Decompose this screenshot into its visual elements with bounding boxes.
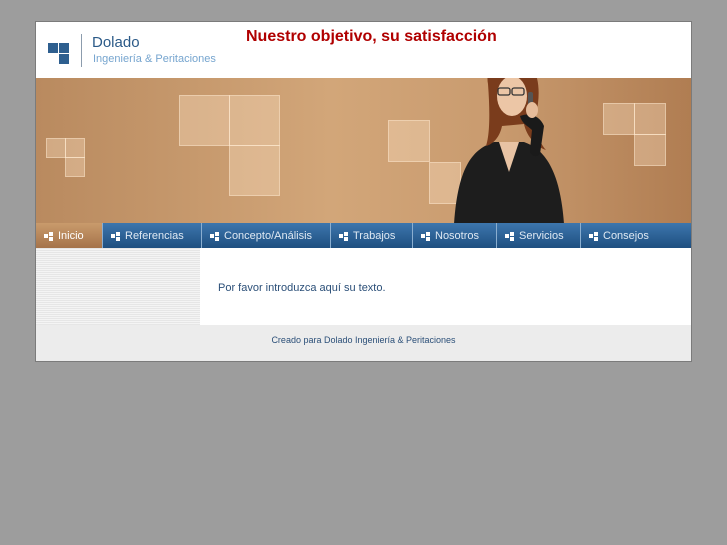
nav-bullet-icon bbox=[339, 231, 348, 241]
nav-bullet-icon bbox=[589, 231, 598, 241]
nav-label: Trabajos bbox=[353, 229, 396, 242]
nav-item-consejos[interactable]: Consejos bbox=[581, 223, 691, 248]
logo-divider bbox=[81, 34, 82, 67]
site-header: Dolado Ingeniería & Peritaciones Nuestro… bbox=[36, 22, 691, 78]
sidebar-panel bbox=[36, 248, 200, 325]
nav-bullet-icon bbox=[210, 231, 219, 241]
nav-label: Concepto/Análisis bbox=[224, 229, 313, 242]
woman-on-phone-image bbox=[454, 78, 564, 224]
nav-label: Consejos bbox=[603, 229, 649, 242]
decor-square bbox=[229, 145, 280, 196]
site-footer: Creado para Dolado Ingeniería & Peritaci… bbox=[36, 325, 691, 361]
main-nav: Inicio Referencias Concepto/Análisis Tra… bbox=[36, 223, 691, 248]
nav-item-inicio[interactable]: Inicio bbox=[36, 223, 103, 248]
nav-bullet-icon bbox=[505, 231, 514, 241]
page-container: Dolado Ingeniería & Peritaciones Nuestro… bbox=[35, 21, 692, 362]
decor-square bbox=[603, 103, 635, 135]
decor-square bbox=[229, 95, 280, 146]
logo-squares-icon[interactable] bbox=[48, 39, 72, 64]
decor-square bbox=[179, 95, 230, 146]
decor-square bbox=[634, 134, 666, 166]
nav-label: Nosotros bbox=[435, 229, 480, 242]
decor-square bbox=[634, 103, 666, 135]
decor-square bbox=[65, 138, 85, 158]
nav-item-nosotros[interactable]: Nosotros bbox=[413, 223, 497, 248]
nav-label: Servicios bbox=[519, 229, 564, 242]
nav-bullet-icon bbox=[421, 231, 430, 241]
footer-credit: Creado para Dolado Ingeniería & Peritaci… bbox=[271, 335, 456, 345]
slogan-heading: Nuestro objetivo, su satisfacción bbox=[246, 28, 497, 45]
nav-label: Referencias bbox=[125, 229, 184, 242]
decor-square bbox=[46, 138, 66, 158]
hero-banner bbox=[36, 78, 691, 224]
nav-bullet-icon bbox=[44, 231, 53, 241]
nav-item-servicios[interactable]: Servicios bbox=[497, 223, 581, 248]
nav-item-concepto-analisis[interactable]: Concepto/Análisis bbox=[202, 223, 331, 248]
nav-bullet-icon bbox=[111, 231, 120, 241]
brand-name[interactable]: Dolado bbox=[92, 34, 140, 51]
nav-item-referencias[interactable]: Referencias bbox=[103, 223, 202, 248]
brand-tagline: Ingeniería & Peritaciones bbox=[93, 53, 216, 65]
nav-item-trabajos[interactable]: Trabajos bbox=[331, 223, 413, 248]
decor-square bbox=[65, 157, 85, 177]
main-content-text: Por favor introduzca aquí su texto. bbox=[218, 282, 386, 294]
nav-label: Inicio bbox=[58, 229, 84, 242]
decor-square bbox=[388, 120, 430, 162]
